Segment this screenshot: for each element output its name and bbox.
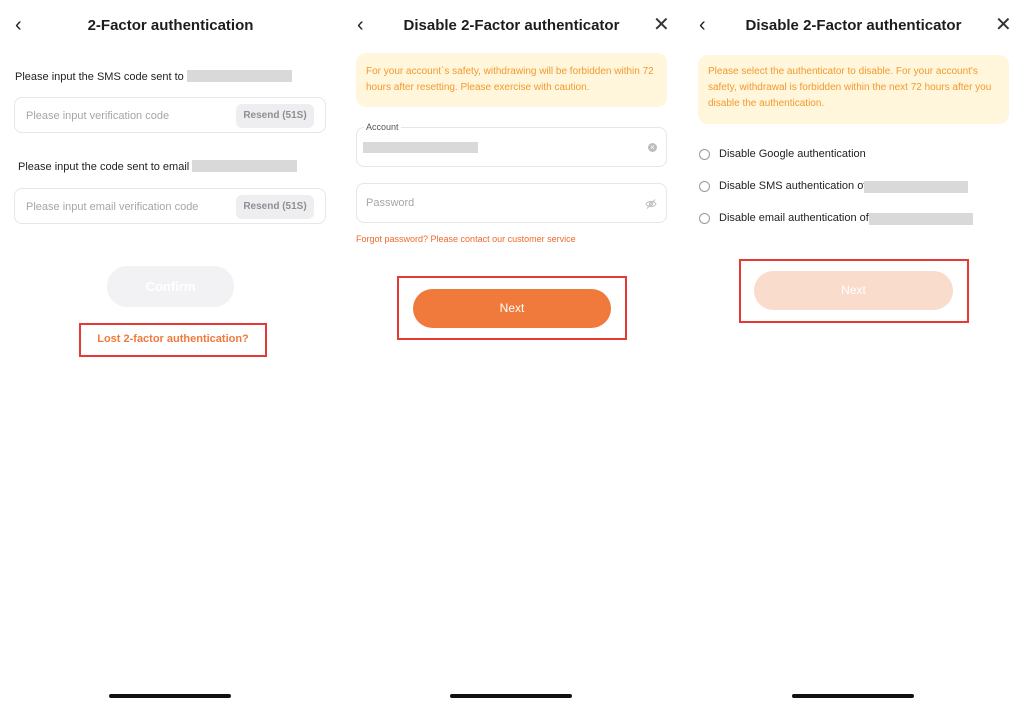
radio-google[interactable] — [699, 149, 710, 160]
sms-code-label: Please input the SMS code sent to — [15, 70, 292, 83]
redacted-email — [869, 213, 973, 225]
eye-off-icon[interactable] — [645, 197, 657, 215]
warning-banner: For your account`s safety, withdrawing w… — [356, 53, 667, 107]
password-field[interactable]: Password — [356, 183, 667, 223]
lost-2fa-link[interactable]: Lost 2-factor authentication? — [79, 333, 267, 345]
account-field[interactable]: Account × — [356, 122, 667, 167]
option-sms-label: Disable SMS authentication of — [719, 180, 867, 192]
forgot-password-link[interactable]: Forgot password? Please contact our cust… — [356, 234, 576, 244]
email-code-input[interactable]: Please input email verification code Res… — [14, 188, 326, 224]
email-code-placeholder: Please input email verification code — [26, 201, 199, 213]
option-google-label: Disable Google authentication — [719, 148, 866, 160]
warning-banner: Please select the authenticator to disab… — [698, 55, 1009, 124]
radio-email[interactable] — [699, 213, 710, 224]
home-indicator — [450, 694, 572, 698]
email-resend-button[interactable]: Resend (51S) — [236, 195, 314, 219]
redacted-account — [363, 142, 478, 153]
option-email-label: Disable email authentication of — [719, 212, 869, 224]
page-title: 2-Factor authentication — [87, 17, 254, 34]
home-indicator — [792, 694, 914, 698]
option-google[interactable]: Disable Google authentication — [699, 148, 999, 162]
redacted-phone — [186, 70, 292, 82]
clear-circle-icon[interactable]: × — [648, 143, 657, 152]
page-title: Disable 2-Factor authenticator — [745, 17, 962, 34]
option-sms[interactable]: Disable SMS authentication of — [699, 180, 999, 194]
confirm-button[interactable]: Confirm — [107, 266, 234, 307]
sms-code-placeholder: Please input verification code — [26, 110, 170, 122]
account-field-label: Account — [364, 122, 401, 132]
close-icon[interactable]: ✕ — [653, 15, 670, 35]
redacted-email — [192, 160, 298, 172]
radio-sms[interactable] — [699, 181, 710, 192]
redacted-phone — [864, 181, 968, 193]
sms-code-input[interactable]: Please input verification code Resend (5… — [14, 97, 326, 133]
screen-select-authenticator: ‹ Disable 2-Factor authenticator ✕ Pleas… — [683, 0, 1024, 706]
sms-resend-button[interactable]: Resend (51S) — [236, 104, 314, 128]
option-email[interactable]: Disable email authentication of — [699, 212, 999, 226]
email-code-label: Please input the code sent to email — [18, 160, 298, 173]
screen-disable-2fa-login: ‹ Disable 2-Factor authenticator ✕ For y… — [341, 0, 682, 706]
close-icon[interactable]: ✕ — [995, 15, 1012, 35]
screen-2fa-verification: ‹ 2-Factor authentication Please input t… — [0, 0, 341, 706]
page-title: Disable 2-Factor authenticator — [403, 17, 620, 34]
password-placeholder: Password — [366, 197, 415, 209]
next-button[interactable]: Next — [754, 271, 953, 310]
home-indicator — [109, 694, 231, 698]
next-button[interactable]: Next — [413, 289, 611, 328]
